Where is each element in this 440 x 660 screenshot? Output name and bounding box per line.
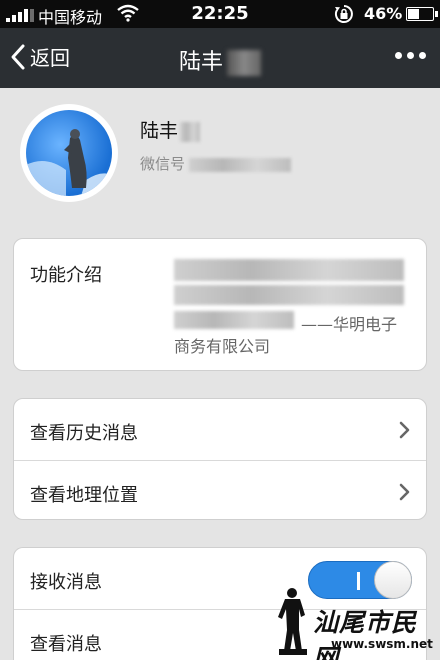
redacted-blur [174, 285, 404, 305]
more-options-button[interactable] [395, 52, 426, 59]
chevron-right-icon [399, 421, 410, 439]
battery-icon [406, 7, 438, 21]
redacted-blur [189, 157, 292, 172]
watermark-text: 汕尾市民网 [313, 608, 418, 660]
view-location-row[interactable]: 查看地理位置 [14, 460, 426, 521]
watermark-url: www.swsm.net [331, 637, 433, 651]
wechat-id: 微信号 [140, 153, 292, 174]
row-label: 接收消息 [30, 572, 102, 593]
intro-card: 功能介绍 ——华明电子 商务有限公司 [13, 238, 427, 371]
back-button[interactable]: 返回 [10, 42, 70, 71]
page-title: 陆丰 [100, 44, 340, 76]
chevron-left-icon [11, 44, 25, 69]
row-label: 查看地理位置 [30, 485, 138, 506]
row-label: 查看消息 [30, 634, 102, 655]
status-bar: 中国移动 22:25 46% [0, 0, 440, 28]
chevron-right-icon [399, 483, 410, 501]
rotation-lock-icon [334, 5, 353, 23]
statue-silhouette-icon [278, 588, 307, 655]
redacted-blur [227, 50, 261, 76]
back-label: 返回 [30, 46, 70, 70]
redacted-blur [174, 259, 404, 281]
redacted-blur [180, 121, 201, 142]
page-title-text: 陆丰 [178, 50, 223, 75]
intro-text-tail: ——华明电子 [301, 315, 398, 334]
wechat-id-label: 微信号 [140, 155, 186, 173]
intro-text-line2: 商务有限公司 [174, 337, 271, 356]
nav-bar: 返回 陆丰 [0, 28, 440, 88]
battery-fill [408, 9, 419, 19]
row-label: 查看历史消息 [30, 423, 138, 444]
avatar[interactable] [20, 104, 118, 202]
profile-name-text: 陆丰 [140, 120, 179, 142]
intro-label: 功能介绍 [30, 265, 102, 286]
redacted-blur [174, 311, 294, 329]
profile-name: 陆丰 [140, 116, 201, 143]
menu-card: 查看历史消息 查看地理位置 [13, 398, 427, 520]
watermark: 汕尾市民网 www.swsm.net [275, 585, 440, 660]
statue-image [26, 129, 112, 196]
view-history-row[interactable]: 查看历史消息 [14, 399, 426, 460]
battery-percent: 46% [364, 4, 403, 23]
